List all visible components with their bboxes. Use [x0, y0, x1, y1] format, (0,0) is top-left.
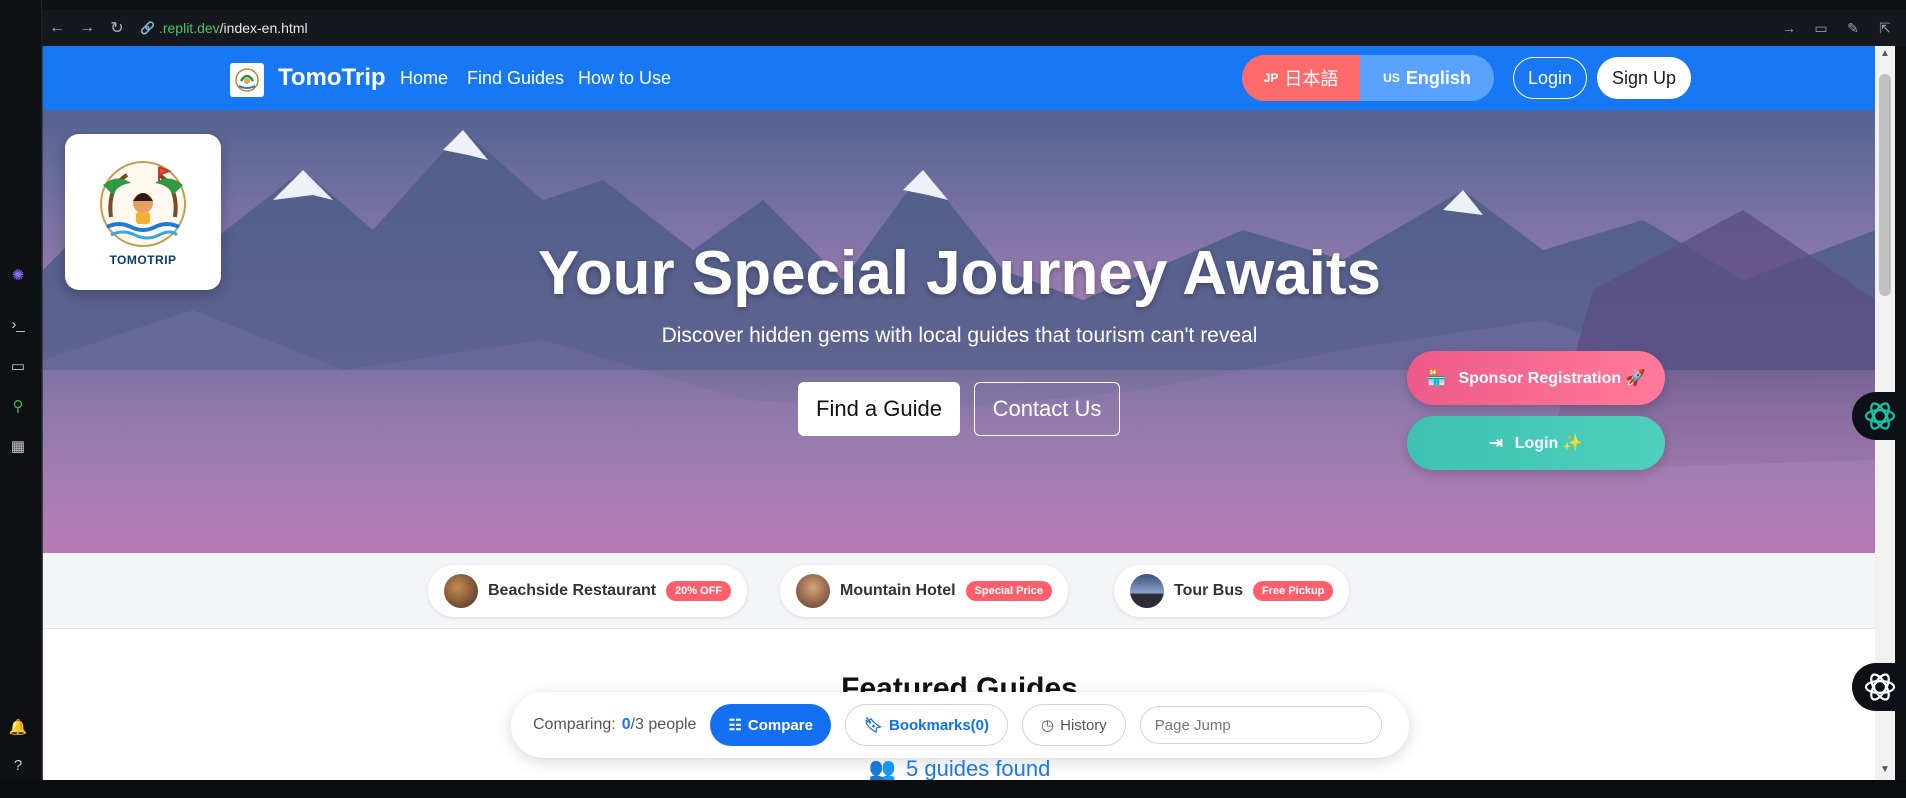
sponsor-tag: 20% OFF	[666, 581, 732, 601]
page-jump-input[interactable]	[1139, 706, 1382, 744]
devices-icon[interactable]: ▭	[1810, 20, 1832, 37]
scroll-down-icon[interactable]: ▼	[1879, 764, 1891, 775]
sponsor-pill-tour-bus[interactable]: Tour Bus Free Pickup	[1114, 565, 1350, 617]
brand-logo[interactable]	[230, 63, 264, 97]
preview-icon[interactable]: ▭	[6, 354, 30, 378]
sign-in-icon: ⇥	[1489, 435, 1503, 452]
shell-icon[interactable]: ›_	[6, 312, 30, 336]
sponsor-registration-button[interactable]: 🏪 Sponsor Registration 🚀	[1407, 351, 1665, 405]
bookmarks-button[interactable]: 🔖︎ Bookmarks(0)	[844, 704, 1009, 746]
login-button[interactable]: Login	[1513, 57, 1587, 99]
users-icon: 👥	[868, 756, 897, 780]
compare-count: 0/3 people	[621, 716, 697, 733]
sponsor-tag: Special Price	[965, 581, 1053, 601]
openai-icon	[1864, 402, 1896, 430]
compare-toolbar: Comparing: 0/3 people ☷ Compare 🔖︎ Bookm…	[511, 692, 1409, 758]
reload-icon[interactable]: ↻	[102, 13, 132, 43]
nav-home[interactable]: Home	[400, 68, 448, 89]
ide-sidebar: ✺ ›_ ▭ ⚲ ▦ 🔔 ?	[0, 0, 42, 798]
lang-japanese-button[interactable]: JP 日本語	[1242, 55, 1360, 101]
restaurant-thumbnail	[444, 574, 478, 608]
scroll-thumb[interactable]	[1879, 74, 1891, 296]
chatgpt-widget-top[interactable]	[1852, 392, 1906, 440]
hotel-thumbnail	[796, 574, 830, 608]
deploy-icon[interactable]: ⚲	[6, 394, 30, 418]
sponsor-strip: Beachside Restaurant 20% OFF Mountain Ho…	[43, 553, 1875, 629]
devtools-icon[interactable]: ✎	[1842, 20, 1864, 37]
store-icon: 🏪	[1426, 370, 1447, 387]
help-icon[interactable]: ?	[6, 753, 30, 777]
link-icon: 🔗	[140, 21, 155, 35]
clock-icon: ◷	[1041, 717, 1055, 734]
sponsor-pill-restaurant[interactable]: Beachside Restaurant 20% OFF	[428, 565, 748, 617]
sponsor-login-button[interactable]: ⇥ Login ✨	[1407, 416, 1665, 470]
chatgpt-widget-bottom[interactable]	[1852, 663, 1906, 711]
lang-english-button[interactable]: US English	[1360, 55, 1494, 101]
compare-button[interactable]: ☷ Compare	[710, 704, 831, 746]
forward-icon[interactable]: →	[72, 13, 102, 43]
nav-find-guides[interactable]: Find Guides	[467, 68, 564, 89]
list-check-icon: ☷	[728, 717, 742, 734]
browser-url-bar: ← → ↻ 🔗 .replit.dev/index-en.html → ▭ ✎ …	[42, 10, 1906, 46]
signup-button[interactable]: Sign Up	[1597, 57, 1691, 99]
hero-section: TOMOTRIP Your Special Journey Awaits Dis…	[43, 110, 1875, 553]
brand-name[interactable]: TomoTrip	[278, 64, 386, 92]
nav-how-to-use[interactable]: How to Use	[578, 68, 671, 89]
arrow-right-icon[interactable]: →	[1778, 20, 1800, 37]
tour-bus-thumbnail	[1130, 574, 1164, 608]
window-bottom-edge	[0, 780, 1906, 798]
url-field[interactable]: 🔗 .replit.dev/index-en.html	[140, 20, 308, 36]
back-icon[interactable]: ←	[42, 13, 72, 43]
contact-us-button[interactable]: Contact Us	[974, 382, 1120, 436]
sponsor-pill-hotel[interactable]: Mountain Hotel Special Price	[780, 565, 1069, 617]
tomotrip-mascot-icon	[100, 161, 186, 247]
notifications-icon[interactable]: 🔔	[6, 715, 30, 739]
guides-found: 👥 5 guides found	[868, 756, 1051, 780]
scroll-up-icon[interactable]: ▲	[1879, 48, 1891, 59]
apps-grid-icon[interactable]: ▦	[6, 434, 30, 458]
open-new-tab-icon[interactable]: ⇱	[1874, 20, 1896, 37]
hero-subtitle: Discover hidden gems with local guides t…	[661, 324, 1258, 347]
sponsor-tag: Free Pickup	[1253, 581, 1334, 601]
openai-icon	[1864, 673, 1896, 701]
top-navbar: TomoTrip Home Find Guides How to Use JP …	[43, 46, 1875, 110]
page-viewport: TomoTrip Home Find Guides How to Use JP …	[42, 46, 1875, 780]
bookmark-icon: 🔖︎	[863, 717, 883, 734]
agent-icon[interactable]: ✺	[6, 263, 30, 287]
hero-title: Your Special Journey Awaits	[537, 239, 1382, 308]
find-guide-button[interactable]: Find a Guide	[798, 382, 960, 436]
history-button[interactable]: ◷ History	[1022, 704, 1126, 746]
